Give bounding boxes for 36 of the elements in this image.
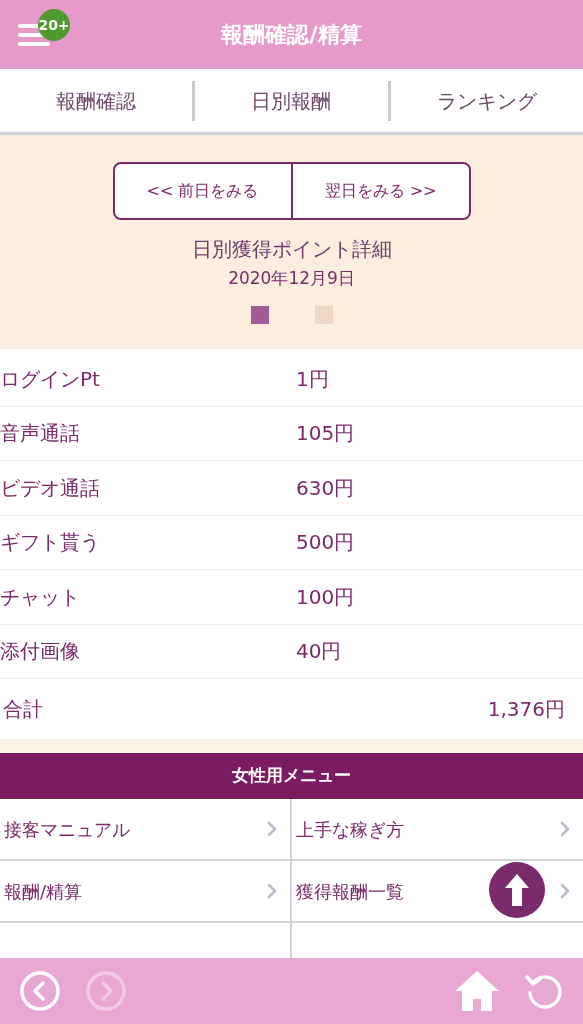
next-day-button[interactable]: 翌日をみる >> [292,164,469,218]
chevron-right-icon [265,882,278,900]
tab[interactable]: 日別報酬 [251,85,332,116]
row-label: ログインPt [0,365,101,393]
row-label: チャット [0,583,81,611]
page-title: 報酬確認/精算 [221,21,362,49]
arrow-up-icon [504,873,530,907]
menu-item[interactable]: 上手な稼ぎ方 [291,799,583,861]
row-label: 音声通話 [0,420,81,448]
row-value: 1円 [296,365,329,393]
previous-day-button[interactable]: << 前日をみる [114,164,293,218]
chevron-right-icon [559,882,571,900]
tab[interactable]: 報酬確認 [56,85,137,116]
home-button[interactable] [454,969,500,1013]
menu-title: 女性用メニュー [232,764,351,788]
total-label: 合計 [3,696,43,723]
back-button[interactable] [19,970,61,1012]
row-value: 40円 [296,638,342,666]
scroll-top-button[interactable] [489,862,545,918]
detail-date: 2020年12月9日 [228,267,355,290]
row-value: 100円 [296,583,355,611]
menu-item[interactable]: 報酬/精算 [0,861,292,923]
row-label: 添付画像 [0,638,81,666]
chevron-right-icon [265,820,278,838]
row-label: ギフト貰う [0,529,101,557]
row-value: 630円 [296,474,355,502]
row-label: ビデオ通話 [0,474,101,502]
notification-badge: 20+ [38,9,70,41]
total-value: 1,376円 [487,696,565,723]
menu-item[interactable]: 接客マニュアル [0,799,292,861]
home-icon [454,969,500,1013]
row-value: 105円 [296,420,355,448]
chevron-right-icon [559,820,571,838]
row-value: 500円 [296,529,355,557]
detail-title: 日別獲得ポイント詳細 [191,236,392,263]
tab[interactable]: ランキング [436,85,537,116]
